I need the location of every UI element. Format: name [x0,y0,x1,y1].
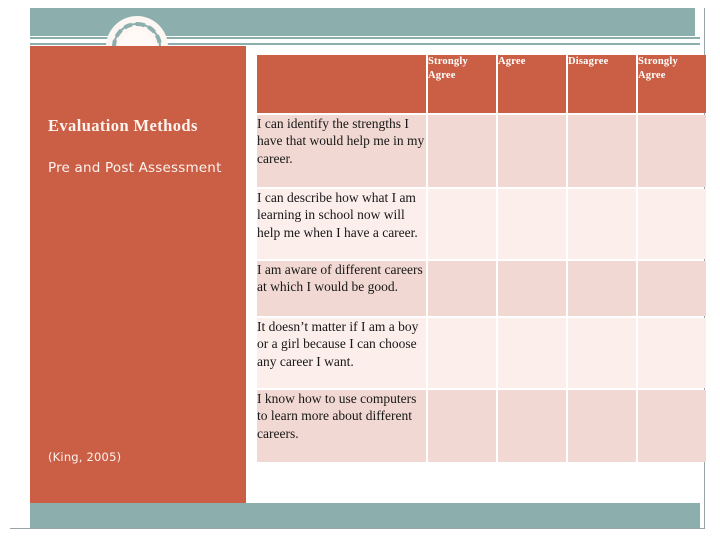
page-title: Evaluation Methods [48,116,198,135]
response-cell-disagree[interactable] [568,390,636,462]
page-subtitle: Pre and Post Assessment [48,159,222,176]
table-header-row: Strongly Agree Agree Disagree Strongly A… [257,55,706,113]
response-cell-agree[interactable] [498,115,566,187]
statement-cell: I am aware of different careers at which… [257,261,426,316]
table-row: I can identify the strengths I have that… [257,115,706,187]
response-cell-strongly-agree-1[interactable] [428,390,496,462]
column-header-strongly-agree-2: Strongly Agree [638,55,706,113]
left-title-panel: Evaluation Methods Pre and Post Assessme… [30,46,246,503]
response-cell-agree[interactable] [498,189,566,259]
statement-cell: I can identify the strengths I have that… [257,115,426,187]
response-cell-agree[interactable] [498,390,566,462]
survey-table-body: I can identify the strengths I have that… [257,115,706,462]
response-cell-strongly-agree-2[interactable] [638,189,706,259]
survey-table: Strongly Agree Agree Disagree Strongly A… [255,53,708,464]
response-cell-strongly-agree-1[interactable] [428,189,496,259]
citation-text: (King, 2005) [48,450,122,464]
response-cell-strongly-agree-1[interactable] [428,261,496,316]
response-cell-disagree[interactable] [568,261,636,316]
response-cell-agree[interactable] [498,261,566,316]
column-header-disagree: Disagree [568,55,636,113]
bottom-decorative-band [30,503,700,528]
column-header-statement [257,55,426,113]
response-cell-agree[interactable] [498,318,566,388]
statement-cell: It doesn’t matter if I am a boy or a gir… [257,318,426,388]
response-cell-strongly-agree-2[interactable] [638,318,706,388]
table-row: I know how to use computers to learn mor… [257,390,706,462]
column-header-agree: Agree [498,55,566,113]
slide-canvas: Evaluation Methods Pre and Post Assessme… [10,8,706,529]
response-cell-strongly-agree-2[interactable] [638,261,706,316]
table-row: I am aware of different careers at which… [257,261,706,316]
table-row: It doesn’t matter if I am a boy or a gir… [257,318,706,388]
statement-cell: I know how to use computers to learn mor… [257,390,426,462]
response-cell-disagree[interactable] [568,115,636,187]
response-cell-disagree[interactable] [568,318,636,388]
response-cell-disagree[interactable] [568,189,636,259]
survey-table-head: Strongly Agree Agree Disagree Strongly A… [257,55,706,113]
survey-table-container: Strongly Agree Agree Disagree Strongly A… [255,53,706,464]
response-cell-strongly-agree-1[interactable] [428,318,496,388]
column-header-strongly-agree-1: Strongly Agree [428,55,496,113]
table-row: I can describe how what I am learning in… [257,189,706,259]
response-cell-strongly-agree-1[interactable] [428,115,496,187]
response-cell-strongly-agree-2[interactable] [638,115,706,187]
response-cell-strongly-agree-2[interactable] [638,390,706,462]
statement-cell: I can describe how what I am learning in… [257,189,426,259]
